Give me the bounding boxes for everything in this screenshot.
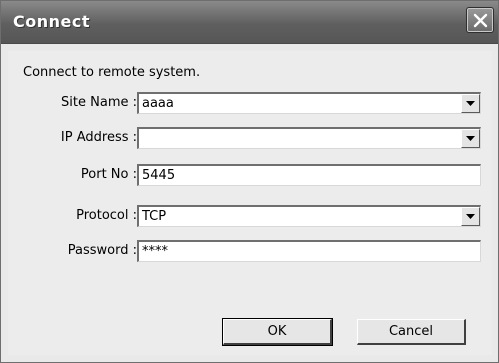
port-no-label: Port No :: [80, 167, 137, 182]
close-icon: [473, 13, 488, 28]
title-bar[interactable]: Connect: [1, 1, 498, 44]
password-input[interactable]: ****: [137, 240, 481, 262]
close-button[interactable]: [466, 7, 494, 33]
port-no-value: 5445: [142, 168, 176, 183]
cancel-button[interactable]: Cancel: [357, 319, 466, 345]
ip-address-label: IP Address :: [60, 130, 137, 145]
protocol-combobox[interactable]: TCP: [137, 205, 481, 227]
connect-dialog: Connect Connect to remote system. Site N…: [0, 0, 499, 363]
protocol-label: Protocol :: [76, 208, 137, 223]
password-label: Password :: [67, 243, 137, 258]
site-name-label: Site Name :: [61, 95, 137, 110]
password-value: ****: [142, 244, 168, 259]
dialog-body: Connect to remote system. Site Name : aa…: [8, 51, 492, 355]
protocol-dropdown-button[interactable]: [461, 207, 480, 226]
chevron-down-icon: [466, 214, 475, 219]
site-name-dropdown-button[interactable]: [461, 94, 480, 113]
ip-address-combobox[interactable]: [137, 127, 481, 149]
dialog-caption: Connect to remote system.: [23, 65, 201, 80]
chevron-down-icon: [466, 101, 475, 106]
protocol-value: TCP: [142, 209, 167, 224]
site-name-value: aaaa: [142, 96, 174, 111]
chevron-down-icon: [466, 136, 475, 141]
site-name-combobox[interactable]: aaaa: [137, 92, 481, 114]
ip-address-dropdown-button[interactable]: [461, 129, 480, 148]
port-no-input[interactable]: 5445: [137, 164, 481, 186]
window-title: Connect: [13, 12, 90, 31]
ok-button[interactable]: OK: [222, 318, 333, 346]
